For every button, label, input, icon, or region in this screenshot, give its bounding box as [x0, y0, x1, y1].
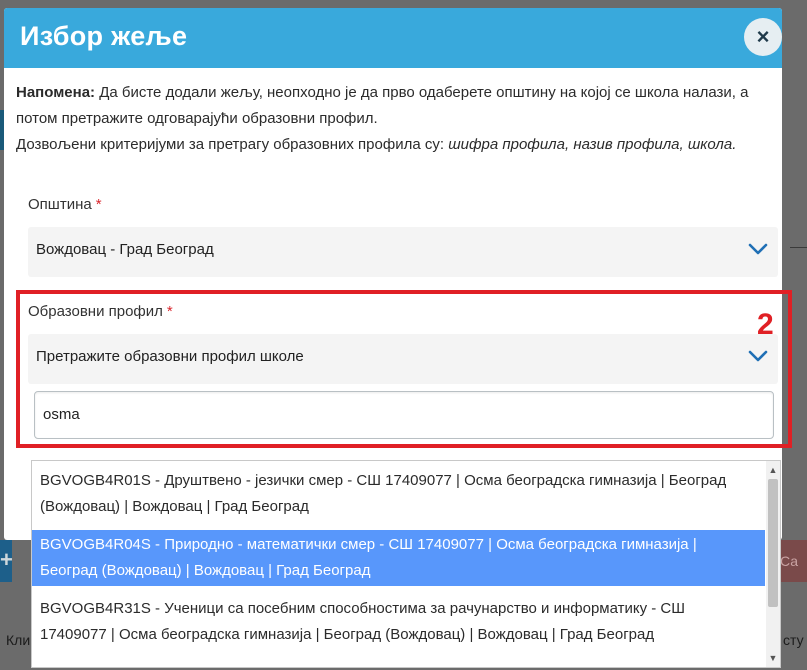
- result-line: Београд (Вождовац) | Вождовац | Град Бео…: [40, 562, 371, 579]
- background-right-text: сту: [783, 632, 804, 648]
- note-line1: Да бисте додали жељу, неопходно је да пр…: [16, 84, 749, 127]
- modal-title: Избор жеље: [20, 21, 188, 51]
- municipality-select[interactable]: Вождовац - Град Београд: [28, 227, 778, 277]
- scroll-up-icon[interactable]: ▲: [766, 463, 780, 477]
- result-line: BGVOGB4R01S - Друштвено - језички смер -…: [40, 472, 727, 489]
- result-option[interactable]: BGVOGB4R01S - Друштвено - језички смер -…: [32, 468, 765, 524]
- required-mark: *: [95, 196, 102, 213]
- profile-select[interactable]: Претражите образовни профил школе: [28, 334, 778, 384]
- note-label: Напомена:: [16, 84, 96, 101]
- search-results-dropdown: BGVOGB4R01S - Друштвено - језички смер -…: [31, 460, 781, 668]
- close-icon: ×: [756, 24, 770, 49]
- profile-search-input[interactable]: osma: [34, 391, 774, 439]
- chevron-down-icon: [748, 243, 768, 255]
- profile-label: Образовни профил *: [28, 303, 173, 320]
- profile-label-text: Образовни профил: [28, 303, 163, 320]
- result-line: 17409077 | Осма београдска гимназија | Б…: [40, 626, 655, 643]
- result-option-selected[interactable]: BGVOGB4R04S - Природно - математички сме…: [32, 530, 765, 586]
- background-add-button: +: [0, 540, 13, 582]
- profile-placeholder: Претражите образовни профил школе: [36, 348, 304, 365]
- dropdown-scrollbar[interactable]: ▲ ▼: [766, 461, 780, 667]
- chevron-down-icon: [748, 350, 768, 362]
- close-button[interactable]: ×: [744, 18, 782, 56]
- note-line2: Дозвољени критеријуми за претрагу образо…: [16, 136, 449, 153]
- scroll-down-icon[interactable]: ▼: [766, 651, 780, 665]
- municipality-label: Општина *: [28, 196, 102, 213]
- background-field: [790, 225, 807, 248]
- result-line: (Вождовац) | Вождовац | Град Београд: [40, 498, 309, 515]
- scrollbar-thumb[interactable]: [768, 479, 778, 607]
- result-line: BGVOGB4R04S - Природно - математички сме…: [40, 536, 697, 553]
- municipality-label-text: Општина: [28, 196, 92, 213]
- background-left-text: Кли: [6, 632, 31, 648]
- result-line: BGVOGB4R31S - Ученици са посебним способ…: [40, 600, 685, 617]
- required-mark: *: [166, 303, 173, 320]
- result-option[interactable]: BGVOGB4R31S - Ученици са посебним способ…: [32, 596, 765, 652]
- note-text: Напомена: Да бисте додали жељу, неопходн…: [16, 80, 776, 158]
- background-right-button: Са: [780, 540, 807, 582]
- modal-header: Избор жеље ×: [4, 8, 782, 68]
- note-criteria: шифра профила, назив профила, школа.: [448, 136, 737, 153]
- municipality-value: Вождовац - Град Београд: [36, 241, 214, 258]
